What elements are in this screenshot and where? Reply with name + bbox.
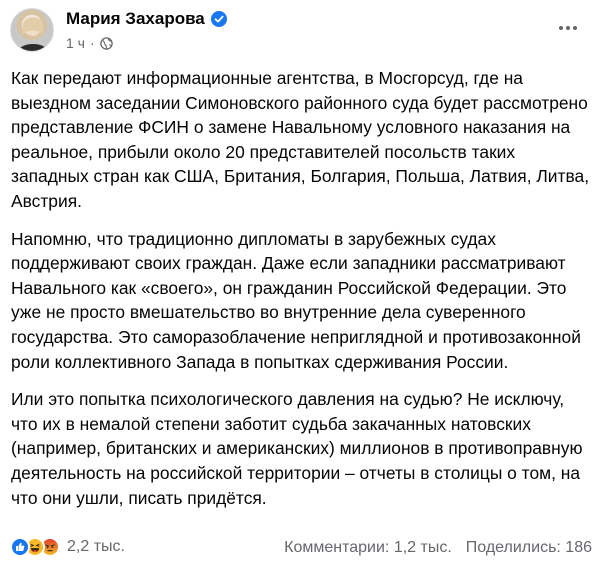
like-icon xyxy=(10,537,30,557)
verified-badge-icon xyxy=(210,11,227,27)
globe-icon[interactable] xyxy=(99,36,113,50)
shares-count-link[interactable]: Поделились: 186 xyxy=(466,539,592,557)
post-text: Как передают информационные агентства, в… xyxy=(11,66,591,523)
reactions-summary[interactable]: 2,2 тыс. xyxy=(10,537,125,557)
post-header: Мария Захарова 1 ч · xyxy=(10,6,590,58)
meta-separator: · xyxy=(89,35,95,51)
post-paragraph: Напомню, что традиционно дипломаты в зар… xyxy=(11,228,581,372)
avatar-image xyxy=(17,17,49,51)
author-avatar[interactable] xyxy=(10,8,54,52)
engagement-stats: Комментарии: 1,2 тыс. Поделились: 186 xyxy=(284,539,592,557)
post-timestamp[interactable]: 1 ч xyxy=(66,34,85,52)
reactions-count[interactable]: 2,2 тыс. xyxy=(67,538,125,556)
more-options-button[interactable] xyxy=(552,16,584,40)
author-name[interactable]: Мария Захарова xyxy=(66,8,205,30)
post-paragraph: Как передают информационные агентства, в… xyxy=(11,68,590,211)
more-dot-icon xyxy=(573,26,577,30)
more-dot-icon xyxy=(566,26,570,30)
post-footer: 2,2 тыс. Комментарии: 1,2 тыс. Поделилис… xyxy=(10,534,592,562)
more-dot-icon xyxy=(559,26,563,30)
post-paragraph: Или это попытка психологического давлени… xyxy=(11,389,583,508)
comments-count-link[interactable]: Комментарии: 1,2 тыс. xyxy=(284,539,452,557)
